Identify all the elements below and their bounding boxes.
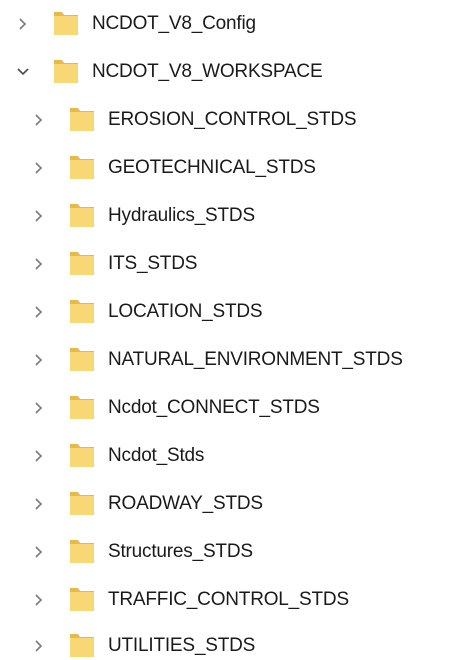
tree-item-ncdot-v8-config[interactable]: NCDOT_V8_Config	[0, 2, 457, 46]
folder-icon	[68, 584, 96, 614]
tree-item-label: NCDOT_V8_Config	[92, 13, 256, 34]
tree-item-label: NATURAL_ENVIRONMENT_STDS	[108, 349, 403, 370]
tree-item-geotechnical-stds[interactable]: GEOTECHNICAL_STDS	[0, 146, 457, 190]
tree-item-label: ROADWAY_STDS	[108, 493, 263, 514]
tree-item-label: TRAFFIC_CONTROL_STDS	[108, 589, 349, 610]
tree-item-label: ITS_STDS	[108, 253, 198, 274]
tree-item-label: NCDOT_V8_WORKSPACE	[92, 61, 323, 82]
tree-item-ncdot-connect-stds[interactable]: Ncdot_CONNECT_STDS	[0, 386, 457, 430]
tree-item-utilities-stds[interactable]: UTILITIES_STDS	[0, 624, 457, 660]
folder-icon	[68, 152, 96, 182]
chevron-right-icon[interactable]	[30, 350, 48, 370]
folder-icon	[68, 488, 96, 518]
folder-icon	[68, 630, 96, 660]
chevron-right-icon[interactable]	[14, 14, 32, 34]
folder-icon	[68, 104, 96, 134]
chevron-right-icon[interactable]	[30, 398, 48, 418]
chevron-right-icon[interactable]	[30, 446, 48, 466]
chevron-right-icon[interactable]	[30, 206, 48, 226]
tree-item-label: Ncdot_Stds	[108, 445, 205, 466]
folder-icon	[68, 440, 96, 470]
folder-icon	[68, 392, 96, 422]
tree-item-ncdot-v8-workspace[interactable]: NCDOT_V8_WORKSPACE	[0, 50, 457, 94]
folder-icon	[68, 200, 96, 230]
tree-item-label: EROSION_CONTROL_STDS	[108, 109, 357, 130]
tree-item-roadway-stds[interactable]: ROADWAY_STDS	[0, 482, 457, 526]
chevron-right-icon[interactable]	[30, 542, 48, 562]
tree-item-hydraulics-stds[interactable]: Hydraulics_STDS	[0, 194, 457, 238]
tree-item-traffic-control-stds[interactable]: TRAFFIC_CONTROL_STDS	[0, 578, 457, 622]
chevron-right-icon[interactable]	[30, 494, 48, 514]
chevron-right-icon[interactable]	[30, 590, 48, 610]
chevron-right-icon[interactable]	[30, 110, 48, 130]
tree-item-erosion-control-stds[interactable]: EROSION_CONTROL_STDS	[0, 98, 457, 142]
chevron-right-icon[interactable]	[30, 158, 48, 178]
tree-item-label: Structures_STDS	[108, 541, 253, 562]
folder-icon	[52, 8, 80, 38]
tree-item-location-stds[interactable]: LOCATION_STDS	[0, 290, 457, 334]
folder-tree: NCDOT_V8_Config NCDOT_V8_WORKSPACE EROSI…	[0, 0, 457, 660]
chevron-right-icon[interactable]	[30, 302, 48, 322]
tree-item-label: GEOTECHNICAL_STDS	[108, 157, 316, 178]
folder-icon	[68, 536, 96, 566]
tree-item-its-stds[interactable]: ITS_STDS	[0, 242, 457, 286]
chevron-down-icon[interactable]	[14, 62, 32, 82]
tree-item-ncdot-stds[interactable]: Ncdot_Stds	[0, 434, 457, 478]
tree-item-label: Ncdot_CONNECT_STDS	[108, 397, 320, 418]
tree-item-label: Hydraulics_STDS	[108, 205, 255, 226]
folder-icon	[68, 344, 96, 374]
folder-icon	[68, 296, 96, 326]
folder-icon	[68, 248, 96, 278]
chevron-right-icon[interactable]	[30, 636, 48, 656]
folder-icon	[52, 56, 80, 86]
chevron-right-icon[interactable]	[30, 254, 48, 274]
tree-item-label: LOCATION_STDS	[108, 301, 263, 322]
tree-item-natural-environment-stds[interactable]: NATURAL_ENVIRONMENT_STDS	[0, 338, 457, 382]
tree-item-structures-stds[interactable]: Structures_STDS	[0, 530, 457, 574]
tree-item-label: UTILITIES_STDS	[108, 635, 256, 656]
